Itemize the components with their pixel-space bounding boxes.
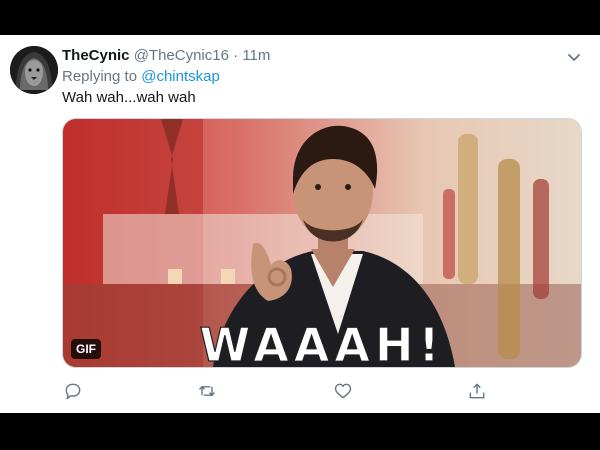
chevron-down-icon[interactable] bbox=[566, 49, 582, 65]
avatar[interactable] bbox=[10, 46, 58, 94]
timestamp[interactable]: 11m bbox=[242, 47, 270, 64]
reply-prefix: Replying to bbox=[62, 68, 142, 85]
lion-avatar-icon bbox=[10, 46, 58, 94]
like-icon bbox=[334, 383, 352, 399]
reply-button[interactable] bbox=[62, 380, 84, 402]
like-button[interactable] bbox=[332, 380, 354, 402]
retweet-icon bbox=[198, 385, 216, 397]
tweet-actions bbox=[62, 380, 492, 402]
gif-badge: GIF bbox=[71, 339, 101, 359]
replying-to: Replying to @chintskap bbox=[62, 68, 220, 85]
retweet-button[interactable] bbox=[196, 380, 218, 402]
tweet-card[interactable]: TheCynic @TheCynic16 · 11m Replying to @… bbox=[0, 35, 600, 413]
reply-icon bbox=[65, 383, 81, 400]
gif-overlay-text: WAAAH! bbox=[200, 318, 445, 367]
tweet-text: Wah wah...wah wah bbox=[62, 89, 196, 106]
display-name[interactable]: TheCynic bbox=[62, 47, 130, 64]
separator: · bbox=[233, 47, 239, 64]
tweet-header: TheCynic @TheCynic16 · 11m bbox=[62, 47, 270, 64]
share-icon bbox=[469, 383, 485, 399]
gif-media[interactable]: WAAAH! GIF bbox=[62, 118, 582, 368]
reply-handle-link[interactable]: @chintskap bbox=[141, 68, 220, 85]
user-handle[interactable]: @TheCynic16 bbox=[134, 47, 229, 64]
gif-frame-image: WAAAH! bbox=[63, 119, 581, 367]
share-button[interactable] bbox=[466, 380, 488, 402]
